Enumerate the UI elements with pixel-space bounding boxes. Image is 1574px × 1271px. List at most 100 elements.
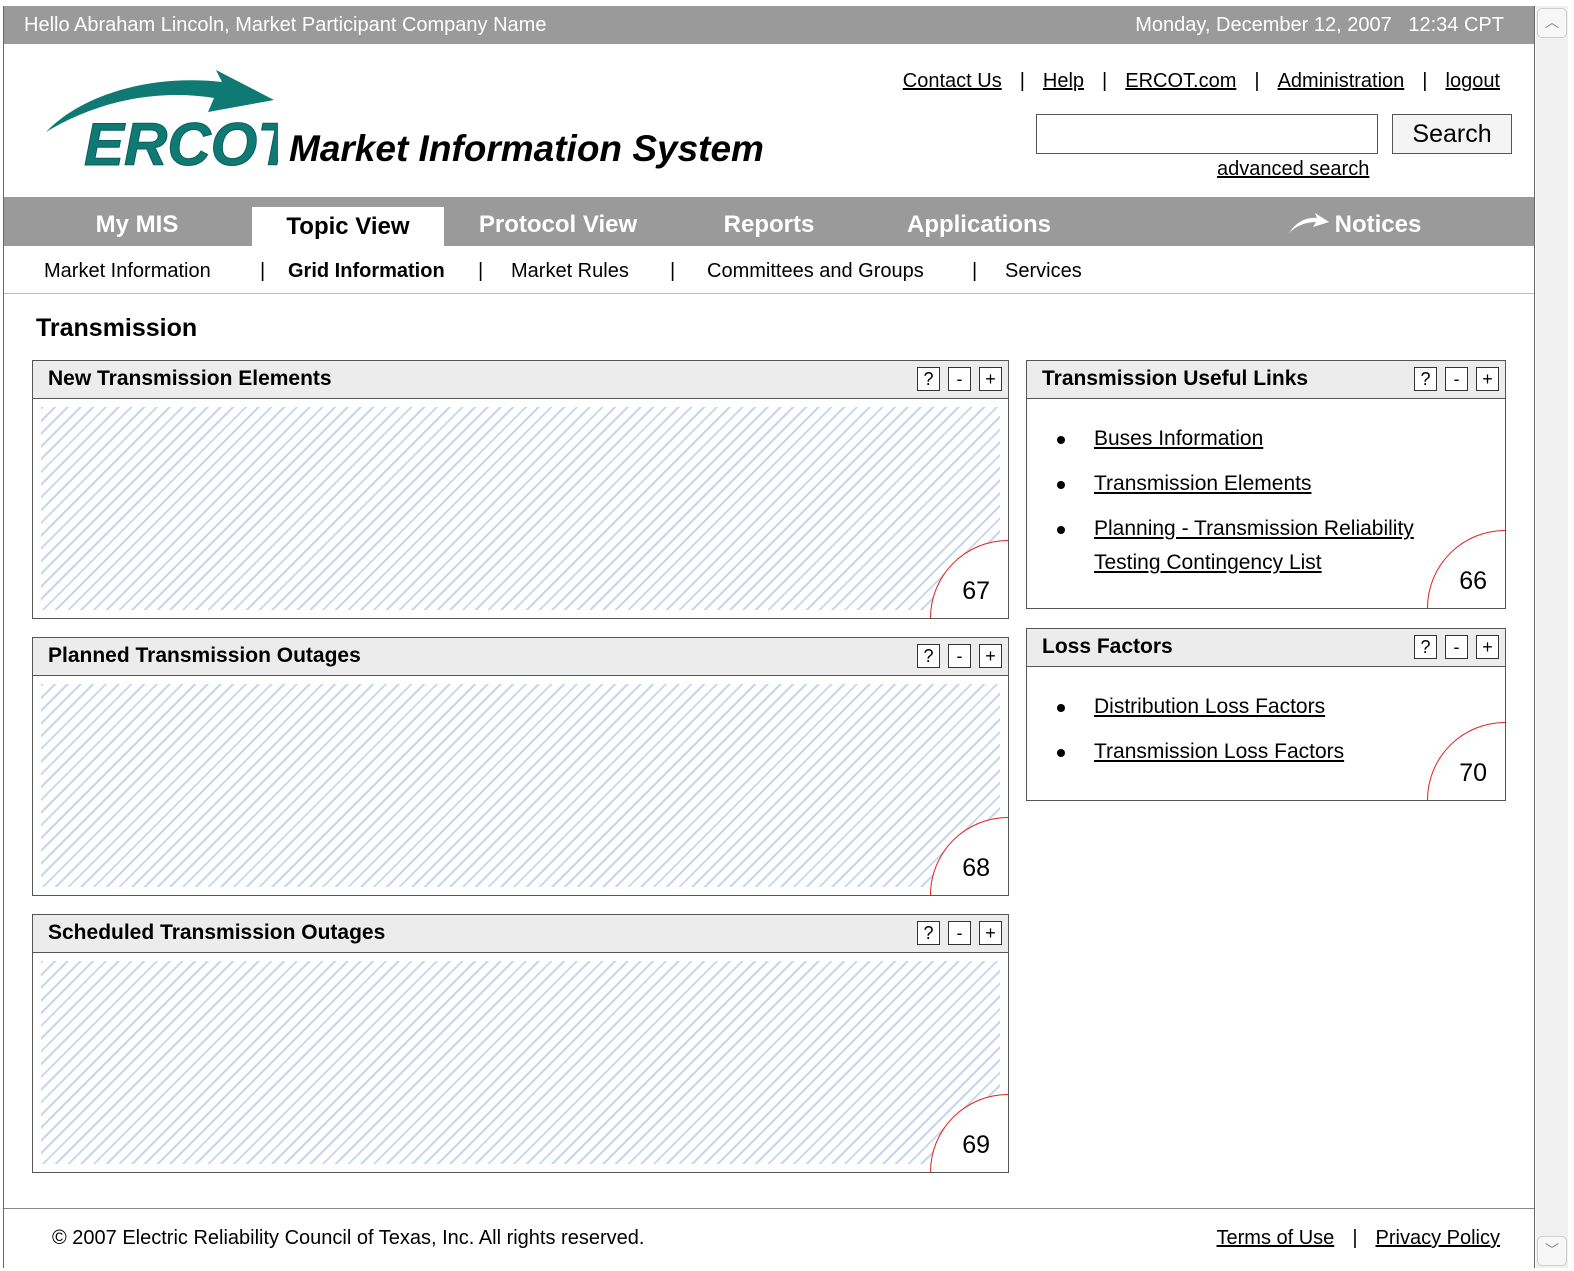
help-button[interactable]: ? xyxy=(917,644,940,668)
advanced-search-link[interactable]: advanced search xyxy=(1217,158,1369,181)
footer-links: Terms of Use | Privacy Policy xyxy=(1217,1227,1501,1250)
tab-applications[interactable]: Applications xyxy=(884,197,1074,246)
annotation-number: 67 xyxy=(962,577,990,605)
link-list: Buses Information Transmission Elements … xyxy=(1027,399,1505,580)
contact-us-link[interactable]: Contact Us xyxy=(903,70,1002,93)
user-greeting: Hello Abraham Lincoln, Market Participan… xyxy=(24,14,547,36)
ercot-com-link[interactable]: ERCOT.com xyxy=(1125,70,1236,93)
list-item: Distribution Loss Factors xyxy=(1027,690,1505,724)
portlet-header: Loss Factors ? - + xyxy=(1027,629,1505,667)
link-separator: | xyxy=(1254,70,1260,92)
portlet-planned-transmission-outages: Planned Transmission Outages ? - + 68 xyxy=(32,637,1009,896)
search-input[interactable] xyxy=(1036,114,1378,154)
minimize-button[interactable]: - xyxy=(948,644,971,668)
content-placeholder xyxy=(41,407,1000,610)
link-separator: | xyxy=(1422,70,1428,92)
portlet-new-transmission-elements: New Transmission Elements ? - + 67 xyxy=(32,360,1009,619)
main-nav: My MIS Topic View Protocol View Reports … xyxy=(4,197,1534,246)
list-item: Transmission Loss Factors xyxy=(1027,735,1505,769)
list-item: Transmission Elements xyxy=(1027,467,1455,501)
portlet-transmission-useful-links: Transmission Useful Links ? - + Buses In… xyxy=(1026,360,1506,609)
subnav-separator: | xyxy=(670,260,676,282)
annotation-number: 66 xyxy=(1459,567,1487,595)
portlet-header: Scheduled Transmission Outages ? - + xyxy=(33,915,1008,953)
portlet-scheduled-transmission-outages: Scheduled Transmission Outages ? - + 69 xyxy=(32,914,1009,1173)
portlet-header: Planned Transmission Outages ? - + xyxy=(33,638,1008,676)
privacy-policy-link[interactable]: Privacy Policy xyxy=(1376,1227,1500,1250)
subnav-services[interactable]: Services xyxy=(1005,260,1082,283)
utility-links: Contact Us | Help | ERCOT.com | Administ… xyxy=(903,70,1500,93)
transmission-elements-link[interactable]: Transmission Elements xyxy=(1094,472,1311,495)
scroll-up-icon[interactable]: ︿ xyxy=(1537,8,1567,38)
tab-notices[interactable]: Notices xyxy=(1280,197,1430,246)
annotation-number: 68 xyxy=(962,854,990,882)
maximize-button[interactable]: + xyxy=(979,644,1002,668)
portlet-header: New Transmission Elements ? - + xyxy=(33,361,1008,399)
subnav-market-information[interactable]: Market Information xyxy=(44,260,211,283)
ercot-logo[interactable]: ERCOT xyxy=(42,68,278,174)
vertical-scrollbar[interactable]: ︿ ﹀ xyxy=(1536,6,1568,1268)
help-button[interactable]: ? xyxy=(917,921,940,945)
portlet-title: Loss Factors xyxy=(1042,635,1173,658)
link-separator: | xyxy=(1102,70,1108,92)
minimize-button[interactable]: - xyxy=(948,921,971,945)
list-item: Planning - Transmission Reliability Test… xyxy=(1027,512,1455,580)
help-button[interactable]: ? xyxy=(1414,635,1437,659)
subnav-grid-information[interactable]: Grid Information xyxy=(288,260,445,283)
portlet-title: Planned Transmission Outages xyxy=(48,644,361,667)
scroll-down-icon[interactable]: ﹀ xyxy=(1537,1236,1567,1266)
app-title: Market Information System xyxy=(289,128,764,169)
maximize-button[interactable]: + xyxy=(1476,367,1499,391)
notices-swoosh-icon xyxy=(1288,212,1329,233)
buses-information-link[interactable]: Buses Information xyxy=(1094,427,1263,450)
tab-my-mis[interactable]: My MIS xyxy=(44,197,230,246)
subnav-market-rules[interactable]: Market Rules xyxy=(511,260,629,283)
top-bar: Hello Abraham Lincoln, Market Participan… xyxy=(4,6,1534,44)
page-title: Transmission xyxy=(36,314,198,342)
help-link[interactable]: Help xyxy=(1043,70,1084,93)
link-separator: | xyxy=(1019,70,1025,92)
content-placeholder xyxy=(41,961,1000,1164)
help-button[interactable]: ? xyxy=(917,367,940,391)
tab-protocol-view[interactable]: Protocol View xyxy=(456,197,660,246)
portlet-controls: ? - + xyxy=(1414,367,1499,391)
portlet-title: New Transmission Elements xyxy=(48,367,332,390)
portlet-loss-factors: Loss Factors ? - + Distribution Loss Fac… xyxy=(1026,628,1506,801)
date-time: Monday, December 12, 2007 12:34 CPT xyxy=(1135,14,1504,36)
help-button[interactable]: ? xyxy=(1414,367,1437,391)
distribution-loss-factors-link[interactable]: Distribution Loss Factors xyxy=(1094,695,1325,718)
subnav-committees[interactable]: Committees and Groups xyxy=(707,260,924,283)
browser-frame: Hello Abraham Lincoln, Market Participan… xyxy=(3,6,1535,1268)
logo-text: ERCOT xyxy=(84,111,278,174)
sub-nav: Market Information | Grid Information | … xyxy=(4,246,1534,294)
planning-contingency-list-link[interactable]: Planning - Transmission Reliability Test… xyxy=(1094,517,1414,574)
minimize-button[interactable]: - xyxy=(1445,367,1468,391)
tab-reports[interactable]: Reports xyxy=(684,197,854,246)
transmission-loss-factors-link[interactable]: Transmission Loss Factors xyxy=(1094,740,1344,763)
maximize-button[interactable]: + xyxy=(1476,635,1499,659)
link-separator: | xyxy=(1352,1227,1358,1249)
maximize-button[interactable]: + xyxy=(979,367,1002,391)
footer: © 2007 Electric Reliability Council of T… xyxy=(4,1208,1534,1268)
annotation-number: 70 xyxy=(1459,759,1487,787)
portlet-controls: ? - + xyxy=(917,921,1002,945)
minimize-button[interactable]: - xyxy=(948,367,971,391)
tab-topic-view[interactable]: Topic View xyxy=(252,207,444,246)
portlet-header: Transmission Useful Links ? - + xyxy=(1027,361,1505,399)
annotation-number: 69 xyxy=(962,1131,990,1159)
list-item: Buses Information xyxy=(1027,422,1455,456)
content-placeholder xyxy=(41,684,1000,887)
search-button[interactable]: Search xyxy=(1392,114,1512,154)
terms-of-use-link[interactable]: Terms of Use xyxy=(1217,1227,1335,1250)
portlet-controls: ? - + xyxy=(1414,635,1499,659)
logout-link[interactable]: logout xyxy=(1446,70,1501,93)
copyright-text: © 2007 Electric Reliability Council of T… xyxy=(52,1227,645,1249)
tab-notices-label: Notices xyxy=(1334,211,1422,238)
maximize-button[interactable]: + xyxy=(979,921,1002,945)
subnav-separator: | xyxy=(478,260,484,282)
portlet-controls: ? - + xyxy=(917,644,1002,668)
subnav-separator: | xyxy=(972,260,978,282)
administration-link[interactable]: Administration xyxy=(1278,70,1405,93)
portlet-title: Scheduled Transmission Outages xyxy=(48,921,386,944)
minimize-button[interactable]: - xyxy=(1445,635,1468,659)
